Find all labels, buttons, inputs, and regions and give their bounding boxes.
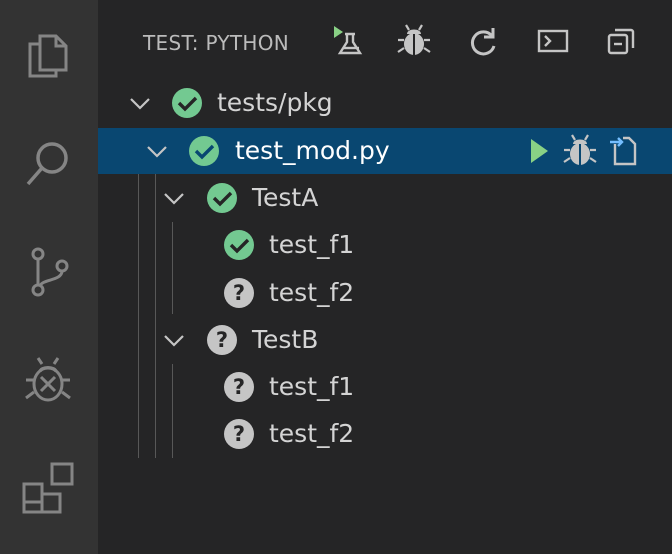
debug-icon[interactable] (20, 352, 76, 408)
chevron-down-icon[interactable] (128, 91, 152, 115)
tree-row-testb-test-f2[interactable]: ? test_f2 (98, 411, 672, 457)
terminal-icon[interactable] (534, 24, 572, 58)
sidebar-title: TEST: PYTHON (143, 31, 290, 55)
passed-icon (189, 136, 219, 166)
passed-icon (207, 183, 237, 213)
activity-bar (0, 0, 98, 554)
run-all-tests-icon[interactable] (327, 24, 365, 58)
unknown-status-icon: ? (224, 419, 254, 449)
refresh-icon[interactable] (464, 24, 502, 58)
tree-row-label: test_f2 (269, 278, 355, 307)
tree-row-testb[interactable]: ? TestB (98, 317, 672, 363)
tree-row-testa-test-f2[interactable]: ? test_f2 (98, 270, 672, 316)
debug-all-tests-icon[interactable] (395, 24, 433, 58)
tree-row-label: TestA (252, 183, 319, 212)
search-icon[interactable] (20, 136, 76, 192)
open-file-icon[interactable] (606, 133, 642, 169)
tree-row-testb-test-f1[interactable]: ? test_f1 (98, 364, 672, 410)
tree-row-label: test_f1 (269, 230, 355, 259)
svg-text:?: ? (233, 422, 245, 446)
tree-row-label: test_mod.py (235, 136, 390, 165)
source-control-icon[interactable] (20, 244, 76, 300)
extensions-icon[interactable] (20, 460, 76, 516)
svg-text:?: ? (233, 375, 245, 399)
tree-row-label: test_f1 (269, 372, 355, 401)
sidebar-header: TEST: PYTHON (98, 18, 672, 64)
run-test-icon[interactable] (521, 133, 557, 169)
passed-icon (172, 88, 202, 118)
tree-row-testa-test-f1[interactable]: test_f1 (98, 222, 672, 268)
debug-test-icon[interactable] (562, 133, 598, 169)
unknown-status-icon: ? (207, 325, 237, 355)
svg-text:?: ? (233, 281, 245, 305)
collapse-all-icon[interactable] (603, 24, 641, 58)
chevron-down-icon[interactable] (162, 328, 186, 352)
tree-row-label: test_f2 (269, 419, 355, 448)
tree-row-testa[interactable]: TestA (98, 175, 672, 221)
svg-text:?: ? (216, 328, 228, 352)
tree-row-label: tests/pkg (217, 88, 333, 117)
passed-icon (224, 230, 254, 260)
chevron-down-icon[interactable] (162, 186, 186, 210)
tree-row-tests-pkg[interactable]: tests/pkg (98, 80, 672, 126)
unknown-status-icon: ? (224, 278, 254, 308)
tree-row-label: TestB (252, 325, 319, 354)
test-explorer-sidebar: TEST: PYTHON tests/pkg test_mod.py TestA… (98, 0, 672, 554)
tree-row-test-mod[interactable]: test_mod.py (98, 128, 672, 174)
files-icon[interactable] (20, 28, 76, 84)
unknown-status-icon: ? (224, 372, 254, 402)
chevron-down-icon[interactable] (145, 139, 169, 163)
